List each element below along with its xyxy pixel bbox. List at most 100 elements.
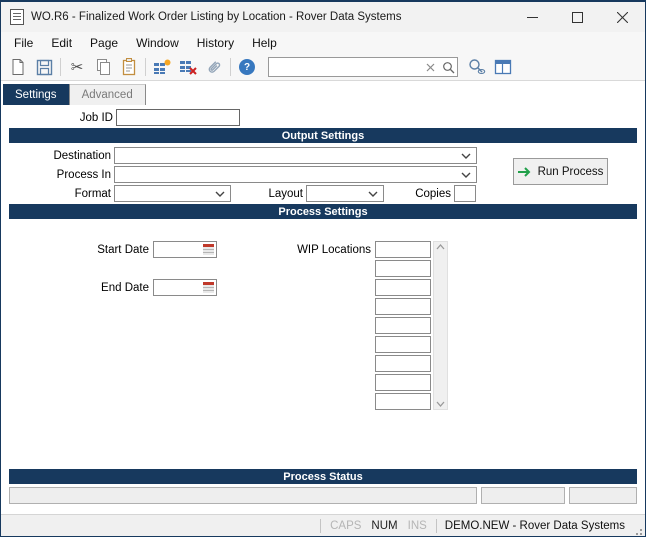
- help-button[interactable]: ?: [234, 55, 260, 79]
- paste-button[interactable]: [116, 55, 142, 79]
- search-clear-icon[interactable]: [421, 63, 439, 72]
- new-button[interactable]: [5, 55, 31, 79]
- view-results-icon: [469, 59, 486, 75]
- search-box: [268, 57, 458, 77]
- insert-rows-icon: [153, 59, 170, 74]
- layout-select[interactable]: [306, 185, 384, 202]
- calendar-icon[interactable]: [203, 282, 214, 293]
- chevron-down-icon: [461, 153, 471, 159]
- paste-icon: [122, 58, 135, 76]
- layout-label: Layout: [268, 187, 303, 200]
- destination-label: Destination: [53, 149, 111, 162]
- copies-label: Copies: [415, 187, 451, 200]
- wip-location-input[interactable]: [375, 355, 431, 372]
- form-layout-button[interactable]: [490, 55, 516, 79]
- scroll-down-icon[interactable]: [436, 401, 445, 407]
- attachment-icon: [208, 61, 221, 73]
- save-button[interactable]: [31, 55, 57, 79]
- process-status-panels: [9, 487, 637, 504]
- settings-page: Job ID Output Settings Destination Proce…: [1, 105, 645, 514]
- end-date-label: End Date: [101, 281, 149, 294]
- wip-locations-label: WIP Locations: [297, 244, 371, 256]
- wip-location-input[interactable]: [375, 317, 431, 334]
- process-status-title: Process Status: [283, 470, 363, 483]
- wip-location-input[interactable]: [375, 279, 431, 296]
- toolbar-separator: [145, 58, 146, 76]
- toolbar: ✂ ?: [1, 54, 645, 81]
- caps-indicator: CAPS: [330, 519, 362, 532]
- attachment-button[interactable]: [201, 55, 227, 79]
- copies-input[interactable]: [454, 185, 476, 202]
- run-process-label: Run Process: [537, 165, 604, 178]
- statusbar-separator: [435, 518, 437, 533]
- cut-button[interactable]: ✂: [64, 55, 90, 79]
- wip-location-input[interactable]: [375, 374, 431, 391]
- format-label: Format: [74, 187, 111, 200]
- copy-button[interactable]: [90, 55, 116, 79]
- ins-indicator: INS: [407, 519, 427, 532]
- format-select[interactable]: [114, 185, 231, 202]
- statusbar-separator: [320, 518, 322, 533]
- help-icon: ?: [239, 59, 255, 75]
- tab-settings-label: Settings: [15, 88, 57, 101]
- wip-location-input[interactable]: [375, 336, 431, 353]
- calendar-icon[interactable]: [203, 244, 214, 255]
- process-settings-header: Process Settings: [9, 204, 637, 219]
- toolbar-separator: [60, 58, 61, 76]
- toolbar-separator: [230, 58, 231, 76]
- menu-window[interactable]: Window: [127, 33, 188, 53]
- tab-advanced-label: Advanced: [81, 89, 133, 101]
- menu-bar: File Edit Page Window History Help: [1, 32, 645, 54]
- status-message-panel: [9, 487, 477, 504]
- maximize-button[interactable]: [555, 2, 600, 32]
- tab-strip: Settings Advanced: [1, 81, 645, 105]
- process-in-select[interactable]: [114, 166, 477, 183]
- app-icon: [10, 9, 24, 25]
- process-in-label: Process In: [56, 168, 111, 181]
- delete-rows-button[interactable]: [175, 55, 201, 79]
- run-process-button[interactable]: Run Process: [513, 158, 608, 185]
- wip-location-input[interactable]: [375, 393, 431, 410]
- maximize-icon: [572, 11, 583, 23]
- wip-location-input[interactable]: [375, 260, 431, 277]
- resize-grip[interactable]: [633, 526, 643, 536]
- wip-location-input[interactable]: [375, 298, 431, 315]
- minimize-button[interactable]: [510, 2, 555, 32]
- menu-file[interactable]: File: [5, 33, 42, 53]
- menu-edit[interactable]: Edit: [42, 33, 81, 53]
- menu-history[interactable]: History: [188, 33, 243, 53]
- form-layout-icon: [494, 59, 512, 75]
- title-bar: WO.R6 - Finalized Work Order Listing by …: [1, 2, 645, 32]
- status-bar: CAPS NUM INS DEMO.NEW - Rover Data Syste…: [1, 514, 645, 536]
- save-icon: [36, 59, 52, 75]
- view-results-button[interactable]: [464, 55, 490, 79]
- status-count-panel: [569, 487, 637, 504]
- search-input[interactable]: [269, 59, 421, 75]
- close-button[interactable]: [600, 2, 645, 32]
- tab-settings[interactable]: Settings: [3, 84, 70, 105]
- application-window: WO.R6 - Finalized Work Order Listing by …: [0, 0, 646, 537]
- scroll-up-icon[interactable]: [436, 244, 445, 250]
- connection-status: DEMO.NEW - Rover Data Systems: [444, 519, 625, 532]
- chevron-down-icon: [368, 191, 378, 197]
- menu-page[interactable]: Page: [81, 33, 127, 53]
- job-id-label: Job ID: [79, 111, 113, 124]
- insert-rows-button[interactable]: [149, 55, 175, 79]
- menu-help[interactable]: Help: [243, 33, 286, 53]
- wip-locations-list: [375, 241, 431, 410]
- cut-icon: ✂: [70, 59, 84, 76]
- close-icon: [617, 11, 628, 23]
- process-status-header: Process Status: [9, 469, 637, 484]
- process-settings-title: Process Settings: [278, 205, 368, 218]
- tab-advanced[interactable]: Advanced: [69, 84, 146, 105]
- wip-location-input[interactable]: [375, 241, 431, 258]
- search-icon[interactable]: [439, 61, 457, 74]
- wip-locations-scrollbar[interactable]: [433, 241, 448, 410]
- job-id-input[interactable]: [116, 109, 240, 126]
- chevron-down-icon: [461, 172, 471, 178]
- status-progress-panel: [481, 487, 565, 504]
- chevron-down-icon: [215, 191, 225, 197]
- destination-select[interactable]: [114, 147, 477, 164]
- output-settings-title: Output Settings: [281, 129, 365, 142]
- run-arrow-icon: [517, 166, 530, 177]
